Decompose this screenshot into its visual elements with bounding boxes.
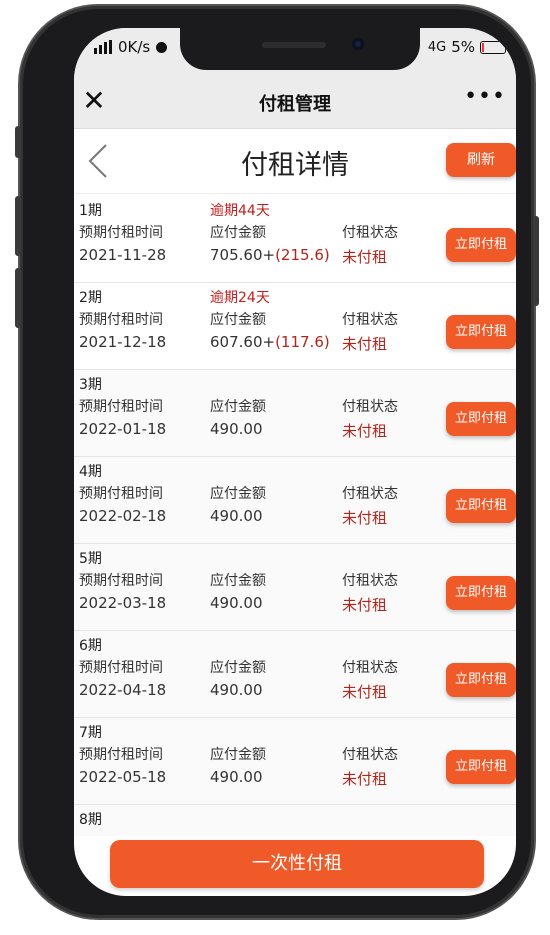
pay-all-button[interactable]: 一次性付租 (110, 840, 484, 888)
amount-value: 490.00 (210, 768, 263, 786)
installment-list[interactable]: 1期 逾期44天 预期付租时间 应付金额 付租状态 2021-11-28 705… (74, 196, 516, 836)
period-label: 6期 (79, 638, 102, 654)
status-value: 未付租 (342, 509, 388, 527)
list-item: 8期 (74, 805, 516, 836)
status-left: 0K/s (94, 38, 168, 56)
amount-label: 应付金额 (210, 399, 266, 415)
pay-now-button[interactable]: 立即付租 (446, 750, 516, 784)
pay-now-button[interactable]: 立即付租 (446, 576, 516, 610)
list-item: 2期 逾期24天 预期付租时间 应付金额 付租状态 2021-12-18 607… (74, 283, 516, 370)
date-label: 预期付租时间 (79, 312, 163, 328)
base-amount: 705.60+ (210, 246, 276, 264)
status-label: 付租状态 (342, 225, 398, 241)
period-label: 1期 (79, 203, 102, 219)
date-label: 预期付租时间 (79, 399, 163, 415)
list-item: 1期 逾期44天 预期付租时间 应付金额 付租状态 2021-11-28 705… (74, 196, 516, 283)
amount-value: 490.00 (210, 681, 263, 699)
status-right: 4G 5% (428, 38, 506, 56)
status-value: 未付租 (342, 596, 388, 614)
list-item: 7期 预期付租时间 应付金额 付租状态 2022-05-18 490.00 未付… (74, 718, 516, 805)
amount-value: 490.00 (210, 507, 263, 525)
penalty-amount: (215.6) (275, 246, 330, 264)
phone-frame: 0K/s 4G 5% ✕ 付租管理 ••• 付租详情 刷新 1期 逾期44天 预… (15, 6, 539, 918)
date-label: 预期付租时间 (79, 747, 163, 763)
status-label: 付租状态 (342, 747, 398, 763)
speaker (262, 42, 326, 48)
amount-label: 应付金额 (210, 747, 266, 763)
refresh-button[interactable]: 刷新 (446, 143, 516, 177)
amount-label: 应付金额 (210, 486, 266, 502)
due-date: 2022-03-18 (79, 594, 167, 612)
status-value: 未付租 (342, 422, 388, 440)
mute-switch (15, 126, 21, 158)
more-icon[interactable]: ••• (464, 84, 506, 109)
due-date: 2021-11-28 (79, 246, 167, 264)
pay-now-button[interactable]: 立即付租 (446, 489, 516, 523)
due-date: 2022-05-18 (79, 768, 167, 786)
period-label: 2期 (79, 290, 102, 306)
amount-label: 应付金额 (210, 225, 266, 241)
amount-value: 705.60+(215.6) (210, 246, 330, 264)
power-button (533, 216, 539, 306)
amount-label: 应付金额 (210, 312, 266, 328)
base-amount: 607.60+ (210, 333, 276, 351)
status-label: 付租状态 (342, 312, 398, 328)
status-label: 付租状态 (342, 399, 398, 415)
nav-bar: ✕ 付租管理 ••• (74, 76, 516, 129)
status-value: 未付租 (342, 770, 388, 788)
pay-now-button[interactable]: 立即付租 (446, 228, 516, 262)
volume-up-button (15, 196, 21, 256)
pay-now-button[interactable]: 立即付租 (446, 663, 516, 697)
due-date: 2022-02-18 (79, 507, 167, 525)
date-label: 预期付租时间 (79, 486, 163, 502)
amount-value: 490.00 (210, 420, 263, 438)
status-value: 未付租 (342, 683, 388, 701)
status-label: 付租状态 (342, 660, 398, 676)
status-value: 未付租 (342, 248, 388, 266)
amount-value: 490.00 (210, 594, 263, 612)
due-date: 2022-01-18 (79, 420, 167, 438)
date-label: 预期付租时间 (79, 225, 163, 241)
notch (180, 28, 420, 70)
battery-percent: 5% (451, 38, 475, 56)
due-date: 2021-12-18 (79, 333, 167, 351)
overdue-label: 逾期24天 (210, 290, 270, 306)
date-label: 预期付租时间 (79, 660, 163, 676)
list-item: 6期 预期付租时间 应付金额 付租状态 2022-04-18 490.00 未付… (74, 631, 516, 718)
period-label: 7期 (79, 725, 102, 741)
network-speed: 0K/s (118, 38, 151, 56)
period-label: 8期 (79, 812, 102, 828)
status-label: 付租状态 (342, 486, 398, 502)
network-type: 4G (427, 39, 447, 55)
date-label: 预期付租时间 (79, 573, 163, 589)
list-item: 5期 预期付租时间 应付金额 付租状态 2022-03-18 490.00 未付… (74, 544, 516, 631)
status-value: 未付租 (342, 335, 388, 353)
overdue-label: 逾期44天 (210, 203, 270, 219)
amount-value: 607.60+(117.6) (210, 333, 330, 351)
list-item: 3期 预期付租时间 应付金额 付租状态 2022-01-18 490.00 未付… (74, 370, 516, 457)
page-header: 付租详情 刷新 (74, 129, 516, 194)
pay-now-button[interactable]: 立即付租 (446, 402, 516, 436)
signal-icon (94, 40, 112, 54)
due-date: 2022-04-18 (79, 681, 167, 699)
amount-label: 应付金额 (210, 573, 266, 589)
camera-icon (352, 38, 364, 50)
status-label: 付租状态 (342, 573, 398, 589)
amount-label: 应付金额 (210, 660, 266, 676)
period-label: 4期 (79, 464, 102, 480)
pay-now-button[interactable]: 立即付租 (446, 315, 516, 349)
nav-title: 付租管理 (259, 94, 331, 115)
period-label: 3期 (79, 377, 102, 393)
volume-down-button (15, 268, 21, 328)
list-item: 4期 预期付租时间 应付金额 付租状态 2022-02-18 490.00 未付… (74, 457, 516, 544)
do-not-disturb-icon (156, 41, 168, 53)
period-label: 5期 (79, 551, 102, 567)
battery-icon (480, 40, 506, 54)
penalty-amount: (117.6) (275, 333, 330, 351)
screen: 0K/s 4G 5% ✕ 付租管理 ••• 付租详情 刷新 1期 逾期44天 预… (74, 28, 516, 896)
